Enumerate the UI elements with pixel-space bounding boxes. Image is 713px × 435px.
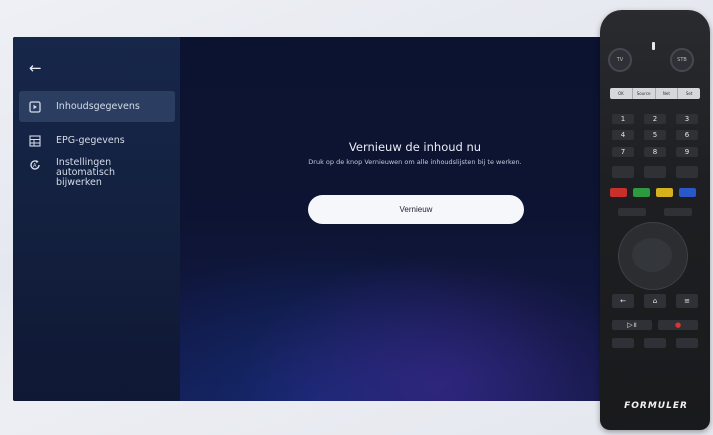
digit-key: 2: [644, 114, 666, 124]
remote-key: [664, 208, 692, 216]
sidebar-item-label: Instellingen automatisch bijwerken: [56, 157, 116, 188]
sidebar-item-epg[interactable]: EPG-gegevens: [19, 125, 175, 156]
tv-power-button: TV: [608, 48, 632, 72]
remote-led-icon: [652, 42, 655, 50]
remote-key: [644, 166, 666, 178]
svg-text:A: A: [33, 163, 37, 169]
yellow-key: [656, 188, 673, 197]
sidebar-item-inhoudsgegevens[interactable]: Inhoudsgegevens: [19, 91, 175, 122]
sidebar-item-label: EPG-gegevens: [56, 134, 125, 146]
sidebar: ← Inhoudsgegevens EPG-gegevens A Instell…: [13, 37, 180, 401]
formuler-logo: FORMULER: [624, 401, 688, 411]
record-key: ●: [658, 320, 698, 330]
digit-key: 5: [644, 130, 666, 140]
digit-key: 4: [612, 130, 634, 140]
remote-key: [618, 208, 646, 216]
home-key: ⌂: [644, 294, 666, 308]
back-key: ←: [612, 294, 634, 308]
auto-update-icon: A: [29, 159, 41, 171]
remote-key: [676, 338, 698, 348]
digit-key: 6: [676, 130, 698, 140]
red-key: [610, 188, 627, 197]
remote-control: TV STB OK Source Net Set 1 2 3 4 5 6 7 8…: [600, 10, 710, 430]
strip-key: Source: [633, 88, 656, 99]
sidebar-item-label: Inhoudsgegevens: [56, 100, 140, 112]
remote-key: [644, 338, 666, 348]
strip-key: Net: [656, 88, 679, 99]
refresh-button[interactable]: Vernieuw: [308, 195, 524, 224]
green-key: [633, 188, 650, 197]
menu-key: ≡: [676, 294, 698, 308]
sidebar-item-auto-update[interactable]: A Instellingen automatisch bijwerken: [19, 155, 175, 189]
remote-function-strip: OK Source Net Set: [610, 88, 700, 99]
page-title: Vernieuw de inhoud nu: [348, 140, 482, 154]
digit-key: 9: [676, 147, 698, 157]
remote-ok-button: [632, 238, 672, 272]
play-pause-key: ▷॥: [612, 320, 652, 330]
remote-key: [612, 338, 634, 348]
digit-key: 1: [612, 114, 634, 124]
digit-key: 3: [676, 114, 698, 124]
strip-key: OK: [610, 88, 633, 99]
back-arrow-icon[interactable]: ←: [29, 59, 42, 77]
remote-key: [612, 166, 634, 178]
epg-grid-icon: [29, 134, 41, 147]
remote-key: [676, 166, 698, 178]
content-data-icon: [29, 100, 41, 113]
digit-key: 7: [612, 147, 634, 157]
digit-key: 8: [644, 147, 666, 157]
blue-key: [679, 188, 696, 197]
stb-power-button: STB: [670, 48, 694, 72]
page-description: Druk op de knop Vernieuwen om alle inhou…: [308, 158, 522, 166]
strip-key: Set: [685, 91, 693, 96]
